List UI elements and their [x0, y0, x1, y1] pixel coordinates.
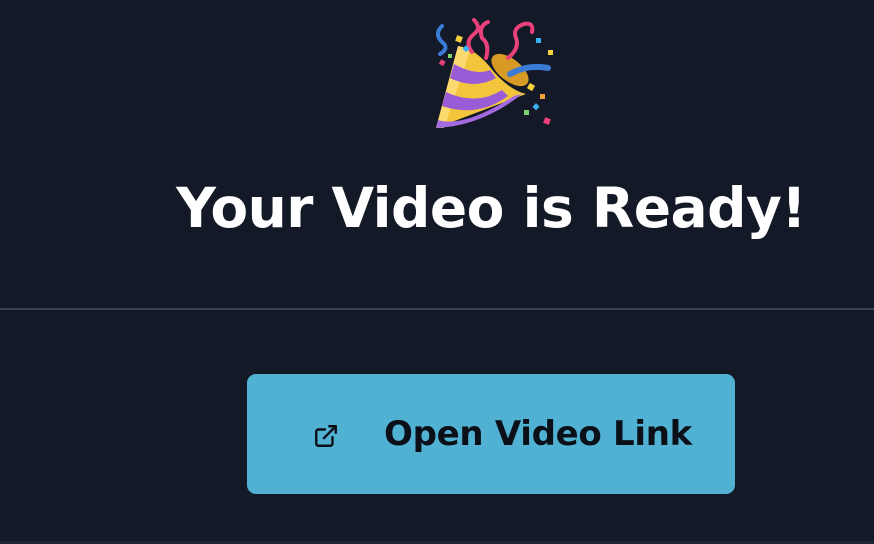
party-popper-icon	[436, 18, 553, 128]
open-video-link-button[interactable]: Open Video Link	[247, 374, 735, 494]
success-page: Your Video is Ready! Open Video Link	[0, 0, 874, 544]
open-video-link-label: Open Video Link	[384, 414, 692, 454]
page-title: Your Video is Ready!	[176, 176, 806, 240]
section-divider	[0, 308, 874, 310]
external-link-icon	[315, 425, 337, 447]
